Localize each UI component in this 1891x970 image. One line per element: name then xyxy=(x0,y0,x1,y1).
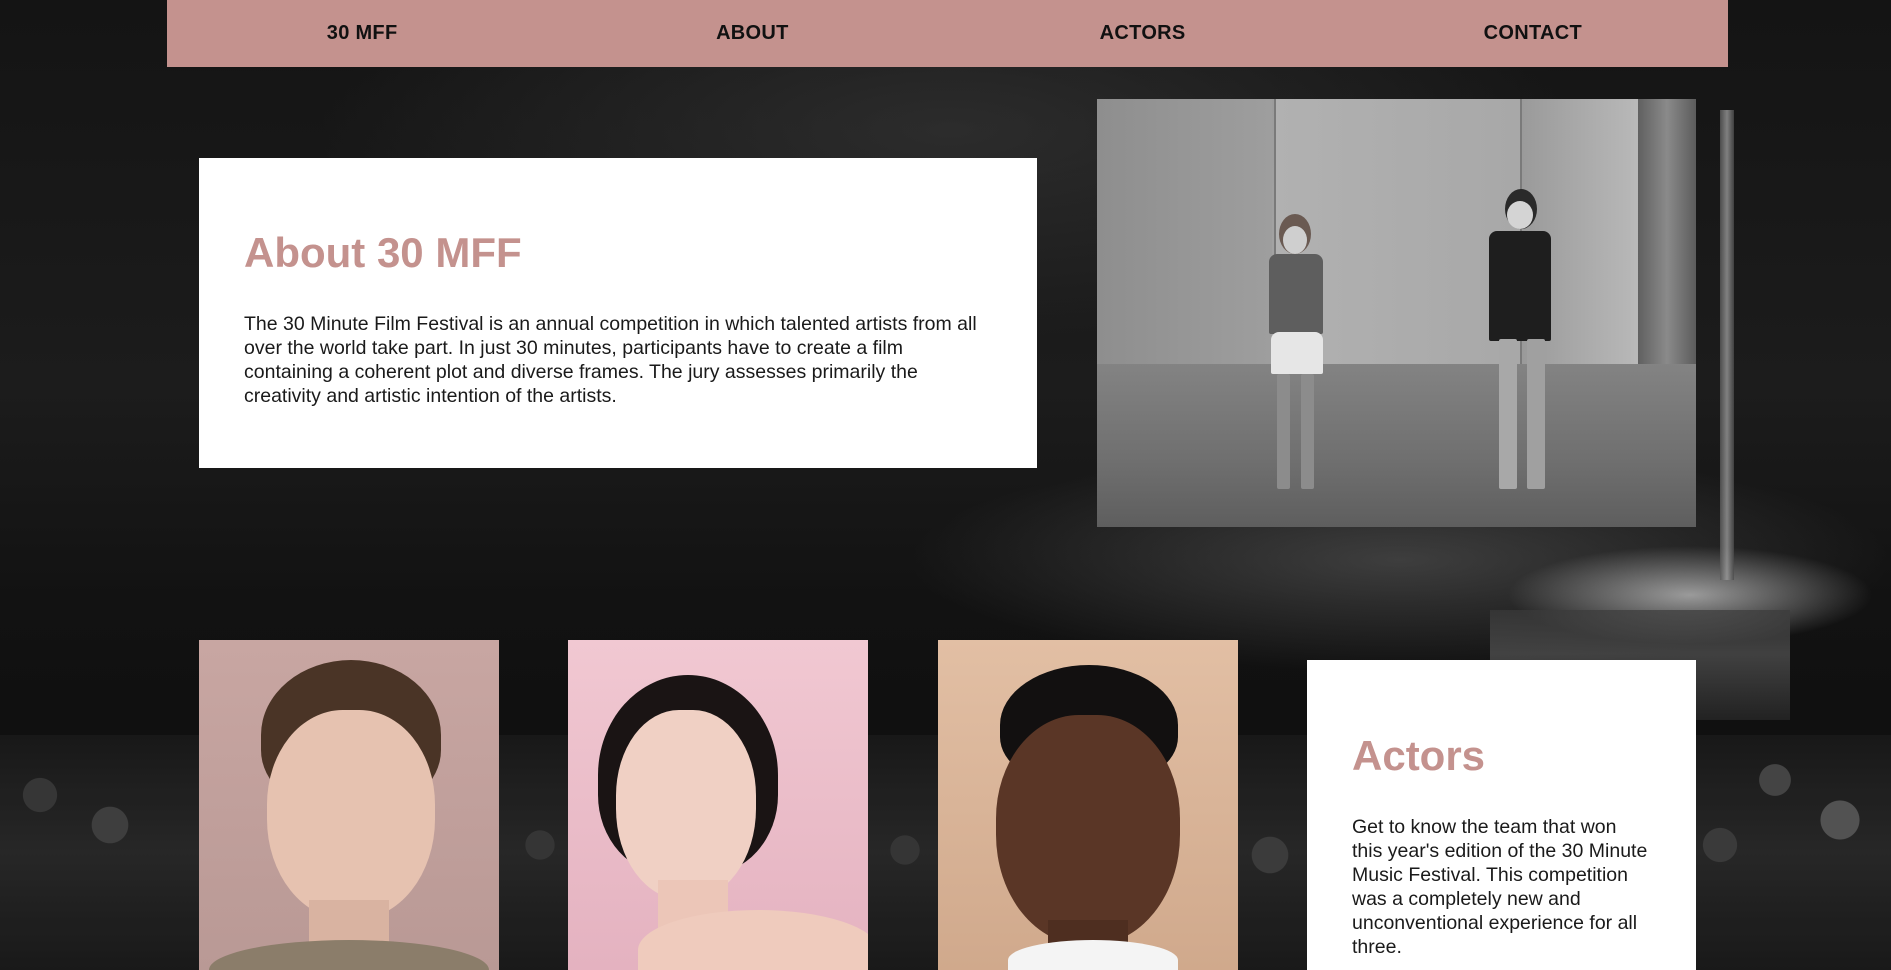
background-pillar xyxy=(1720,110,1734,580)
actors-title: Actors xyxy=(1352,732,1486,779)
festival-photo xyxy=(1097,99,1696,527)
actors-card: Actors Get to know the team that won thi… xyxy=(1307,660,1696,970)
about-description: The 30 Minute Film Festival is an annual… xyxy=(244,313,977,407)
nav-item-actors[interactable]: ACTORS xyxy=(948,22,1338,45)
photo-person-woman xyxy=(1257,214,1337,494)
nav-item-home[interactable]: 30 MFF xyxy=(167,22,557,45)
actor-portrait-1 xyxy=(199,640,499,970)
actor-portrait-3 xyxy=(938,640,1238,970)
top-navigation: 30 MFF ABOUT ACTORS CONTACT xyxy=(167,0,1728,67)
about-title: About 30 MFF xyxy=(244,229,522,276)
nav-item-contact[interactable]: CONTACT xyxy=(1338,22,1728,45)
actors-description: Get to know the team that won this year'… xyxy=(1352,816,1648,958)
photo-person-man xyxy=(1477,189,1567,494)
nav-item-about[interactable]: ABOUT xyxy=(557,22,947,45)
actor-portrait-2 xyxy=(568,640,868,970)
about-card: About 30 MFF The 30 Minute Film Festival… xyxy=(199,158,1037,468)
page: 30 MFF ABOUT ACTORS CONTACT About 30 MFF… xyxy=(0,0,1891,970)
